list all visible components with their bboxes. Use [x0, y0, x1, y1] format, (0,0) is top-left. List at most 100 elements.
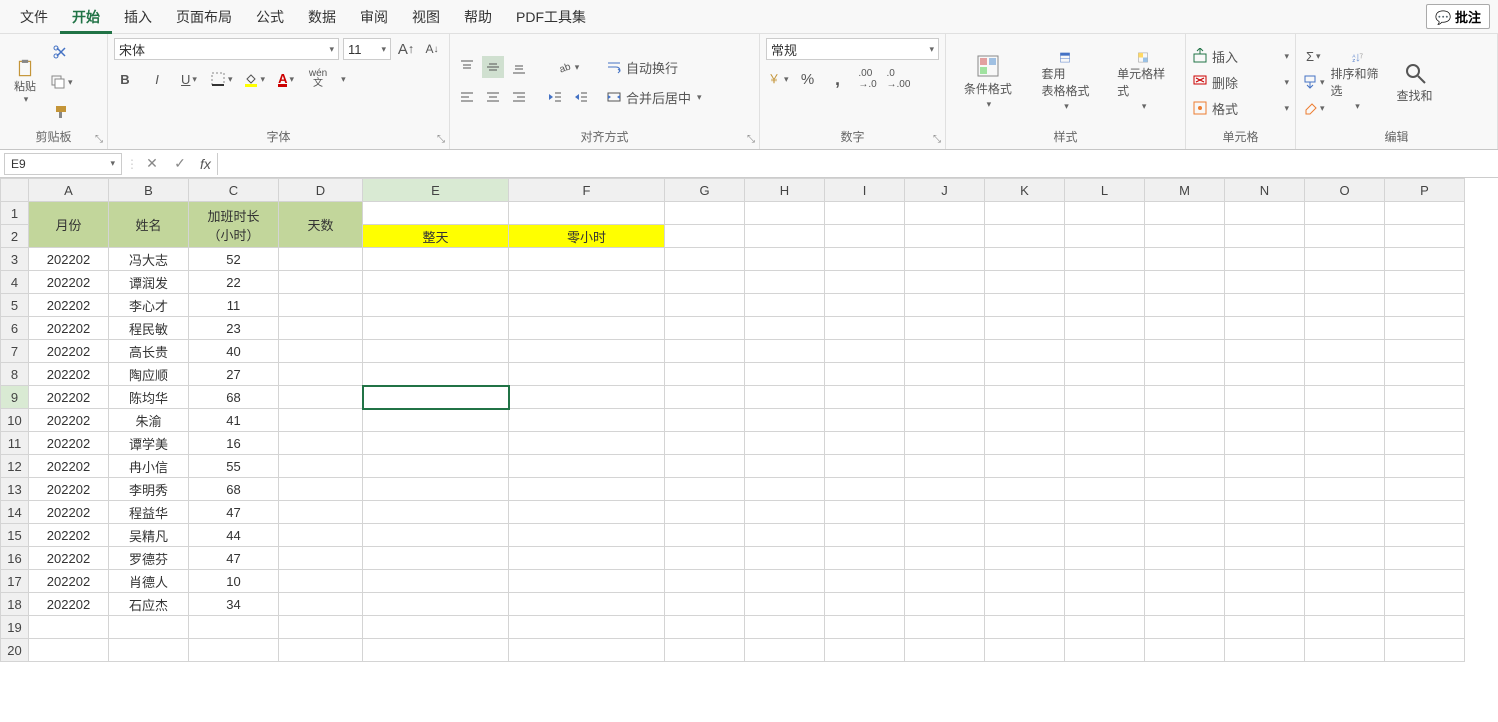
cell[interactable] [1145, 294, 1225, 317]
cell[interactable] [1145, 340, 1225, 363]
column-header[interactable]: E [363, 179, 509, 202]
cell[interactable] [1385, 409, 1465, 432]
row-header[interactable]: 4 [1, 271, 29, 294]
cell[interactable] [1065, 593, 1145, 616]
cell[interactable]: 姓名 [109, 202, 189, 248]
cell[interactable] [509, 455, 665, 478]
align-left-button[interactable] [456, 86, 478, 108]
cell[interactable] [1225, 593, 1305, 616]
column-header[interactable]: H [745, 179, 825, 202]
row-header[interactable]: 15 [1, 524, 29, 547]
cell[interactable] [825, 593, 905, 616]
row-header[interactable]: 20 [1, 639, 29, 662]
cell[interactable] [29, 616, 109, 639]
cell[interactable] [665, 570, 745, 593]
cell[interactable] [509, 248, 665, 271]
cell[interactable] [1065, 455, 1145, 478]
column-header[interactable]: A [29, 179, 109, 202]
cell[interactable] [279, 524, 363, 547]
cell[interactable] [509, 271, 665, 294]
cell[interactable] [905, 455, 985, 478]
cell[interactable]: 40 [189, 340, 279, 363]
cell[interactable] [363, 478, 509, 501]
decrease-indent-button[interactable] [544, 86, 566, 108]
cell[interactable] [1145, 478, 1225, 501]
cell[interactable]: 47 [189, 547, 279, 570]
cell[interactable] [1385, 501, 1465, 524]
cell[interactable] [509, 363, 665, 386]
cell[interactable]: 202202 [29, 478, 109, 501]
cell[interactable] [825, 386, 905, 409]
cell[interactable] [363, 363, 509, 386]
cell[interactable] [509, 409, 665, 432]
row-header[interactable]: 9 [1, 386, 29, 409]
menu-tab-9[interactable]: PDF工具集 [504, 0, 598, 34]
cell[interactable] [745, 363, 825, 386]
cell[interactable] [1145, 225, 1225, 248]
cell[interactable] [985, 409, 1065, 432]
cell[interactable]: 22 [189, 271, 279, 294]
fill-color-button[interactable]: ▾ [243, 68, 266, 90]
column-header[interactable]: N [1225, 179, 1305, 202]
cell[interactable] [363, 248, 509, 271]
cell[interactable] [665, 271, 745, 294]
cell[interactable] [905, 248, 985, 271]
column-header[interactable]: M [1145, 179, 1225, 202]
sheet-area[interactable]: ABCDEFGHIJKLMNOP1月份姓名加班时长 （小时）天数2整天零小时32… [0, 178, 1498, 722]
cell[interactable] [905, 363, 985, 386]
cell[interactable] [1225, 478, 1305, 501]
cell[interactable] [985, 570, 1065, 593]
column-header[interactable]: I [825, 179, 905, 202]
cell[interactable] [509, 616, 665, 639]
cell[interactable] [825, 547, 905, 570]
cell[interactable] [1305, 593, 1385, 616]
conditional-format-button[interactable]: 条件格式▾ [962, 52, 1014, 112]
cell[interactable] [363, 547, 509, 570]
cell[interactable] [905, 593, 985, 616]
cell[interactable] [363, 524, 509, 547]
cell[interactable] [985, 432, 1065, 455]
dialog-launcher-icon[interactable]: ⤡ [437, 134, 445, 145]
cell[interactable] [363, 317, 509, 340]
cell[interactable] [1305, 225, 1385, 248]
cell[interactable] [825, 317, 905, 340]
cell[interactable]: 整天 [363, 225, 509, 248]
cell[interactable] [279, 432, 363, 455]
cell[interactable] [509, 524, 665, 547]
font-color-button[interactable]: A▾ [275, 68, 297, 90]
italic-button[interactable]: I [146, 68, 168, 90]
accept-formula-button[interactable]: ✓ [166, 155, 194, 172]
cell[interactable] [1065, 616, 1145, 639]
cell[interactable] [1225, 340, 1305, 363]
dialog-launcher-icon[interactable]: ⤡ [933, 134, 941, 145]
cell[interactable]: 52 [189, 248, 279, 271]
cell[interactable] [1145, 616, 1225, 639]
cell[interactable] [745, 639, 825, 662]
cell[interactable] [745, 455, 825, 478]
cell[interactable] [665, 225, 745, 248]
cell[interactable] [665, 639, 745, 662]
cell[interactable] [665, 455, 745, 478]
cell[interactable] [665, 248, 745, 271]
row-header[interactable]: 5 [1, 294, 29, 317]
cell[interactable] [1385, 455, 1465, 478]
cell[interactable] [665, 432, 745, 455]
cell[interactable] [745, 616, 825, 639]
cell[interactable] [665, 478, 745, 501]
column-header[interactable]: L [1065, 179, 1145, 202]
cell[interactable] [1305, 547, 1385, 570]
cell[interactable] [1305, 386, 1385, 409]
cell[interactable]: 谭学美 [109, 432, 189, 455]
cell[interactable] [279, 639, 363, 662]
border-button[interactable]: ▾ [210, 68, 233, 90]
cell[interactable] [745, 317, 825, 340]
cell[interactable] [1145, 248, 1225, 271]
cell[interactable] [1065, 432, 1145, 455]
cell[interactable] [985, 271, 1065, 294]
cell[interactable] [905, 547, 985, 570]
cell[interactable] [363, 409, 509, 432]
cell[interactable] [279, 501, 363, 524]
cell[interactable] [1305, 639, 1385, 662]
cell[interactable] [745, 501, 825, 524]
cell[interactable]: 吴精凡 [109, 524, 189, 547]
